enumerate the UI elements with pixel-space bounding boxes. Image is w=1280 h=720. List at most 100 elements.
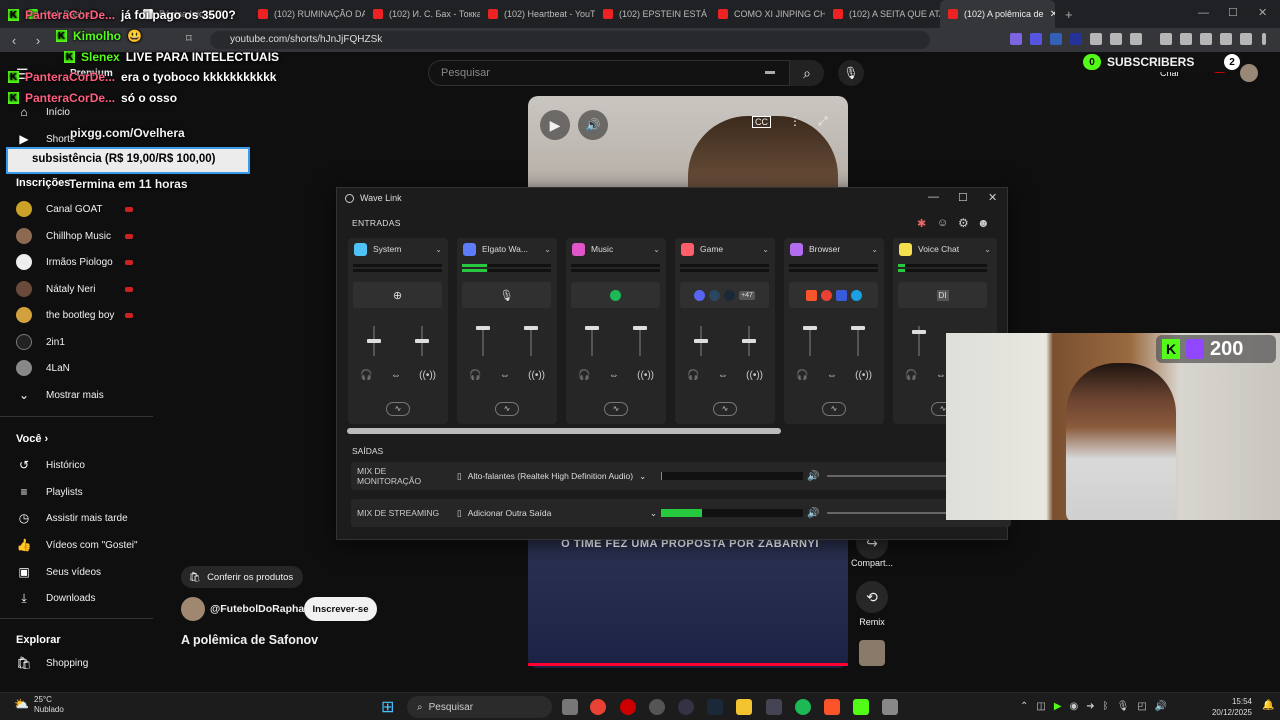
fader-knob[interactable] — [415, 339, 429, 343]
link-icon[interactable]: ⇔ — [391, 370, 401, 381]
remix-button[interactable]: ⟲ — [856, 581, 888, 613]
bluetooth-icon[interactable]: ᛒ — [1103, 701, 1109, 712]
link-icon[interactable]: ⇔ — [936, 370, 946, 381]
effects-button[interactable]: ∿ — [713, 402, 737, 416]
opera-icon[interactable] — [620, 699, 636, 715]
taskbar-search[interactable]: ⌕ Pesquisar — [407, 696, 552, 718]
app-icon[interactable] — [678, 699, 694, 715]
stream-fader[interactable] — [857, 326, 859, 356]
network-icon[interactable]: ◰ — [1137, 701, 1146, 712]
chrome-icon[interactable] — [590, 699, 606, 715]
horizontal-scrollbar[interactable] — [347, 428, 781, 434]
close-tab-icon[interactable]: ✕ — [1050, 9, 1055, 20]
extension-icon[interactable] — [1030, 33, 1042, 45]
tray-app-icon[interactable]: ▶ — [1054, 701, 1062, 712]
chevron-up-icon[interactable]: ⌃ — [1020, 701, 1028, 712]
windows-start-icon[interactable]: ⊞ — [381, 697, 394, 717]
effects-button[interactable]: ∿ — [604, 402, 628, 416]
headphones-icon[interactable]: 🎧 — [578, 370, 590, 381]
output-device-select[interactable]: ▯ Adicionar Outra Saída ⌄ — [457, 503, 657, 523]
broadcast-icon[interactable]: ((•)) — [855, 370, 872, 381]
link-icon[interactable]: ⇔ — [500, 370, 510, 381]
steam-icon[interactable] — [707, 699, 723, 715]
fader-knob[interactable] — [803, 326, 817, 330]
products-button[interactable]: 🛍 Conferir os produtos — [181, 566, 303, 588]
extension-icon[interactable] — [1220, 33, 1232, 45]
account-icon[interactable]: ☻ — [977, 216, 990, 230]
browser-tab[interactable]: (102) A SEITA QUE ATA — [825, 0, 940, 28]
effects-button[interactable]: ∿ — [822, 402, 846, 416]
sidebar-item-channel[interactable]: 2in1 — [16, 331, 156, 353]
channel-name[interactable]: @FutebolDoRapha — [210, 603, 304, 615]
new-tab-icon[interactable]: + — [1065, 7, 1073, 22]
fader-knob[interactable] — [633, 326, 647, 330]
sidebar-item-channel[interactable]: Nátaly Neri — [16, 278, 156, 300]
source-box[interactable] — [789, 282, 878, 308]
menu-icon[interactable] — [1262, 33, 1266, 45]
fader-knob[interactable] — [694, 339, 708, 343]
chevron-down-icon[interactable]: ⌄ — [435, 245, 442, 254]
headphones-icon[interactable]: 🎧 — [360, 370, 372, 381]
sidebar-item-channel[interactable]: Canal GOAT — [16, 198, 156, 220]
add-source-button[interactable]: ⊕ — [353, 282, 442, 308]
monitor-fader[interactable] — [591, 326, 593, 356]
maximize-icon[interactable]: ☐ — [958, 191, 968, 204]
chevron-down-icon[interactable]: ⌄ — [544, 245, 551, 254]
monitor-fader[interactable] — [482, 326, 484, 356]
browser-tab[interactable]: (102) И. С. Бах - Токка — [365, 0, 480, 28]
extension-icon[interactable] — [1200, 33, 1212, 45]
chevron-down-icon[interactable]: ⌄ — [871, 245, 878, 254]
app-icon[interactable] — [649, 699, 665, 715]
close-icon[interactable]: ✕ — [988, 191, 997, 204]
extension-icon[interactable] — [1130, 33, 1142, 45]
mic-tray-icon[interactable]: 🎙 — [1117, 701, 1130, 712]
minimize-icon[interactable]: — — [928, 191, 939, 203]
tray-app-icon[interactable]: ◉ — [1070, 701, 1079, 712]
stream-fader[interactable] — [530, 326, 532, 356]
source-box[interactable]: +47 — [680, 282, 769, 308]
output-device-select[interactable]: ▯ Alto-falantes (Realtek High Definition … — [457, 466, 657, 486]
browser-tab[interactable]: (102) Heartbeat - YouT — [480, 0, 595, 28]
window-minimize-icon[interactable]: — — [1198, 7, 1209, 19]
sound-thumbnail[interactable] — [859, 640, 885, 666]
extension-icon[interactable] — [1180, 33, 1192, 45]
source-box[interactable]: DI — [898, 282, 987, 308]
link-icon[interactable]: ⇔ — [609, 370, 619, 381]
source-box[interactable]: 🎙 — [462, 282, 551, 308]
tray-app-icon[interactable]: ◫ — [1036, 701, 1045, 712]
sidebar-item-channel[interactable]: Chillhop Music — [16, 225, 156, 247]
fader-knob[interactable] — [524, 326, 538, 330]
output-volume-slider[interactable] — [827, 475, 957, 477]
link-icon[interactable]: ⇔ — [718, 370, 728, 381]
extension-icon[interactable] — [1090, 33, 1102, 45]
broadcast-icon[interactable]: ((•)) — [419, 370, 436, 381]
chevron-down-icon[interactable]: ⌄ — [984, 245, 991, 254]
voice-search-button[interactable]: 🎙 — [838, 60, 864, 86]
more-options-icon[interactable]: ⋮ — [789, 114, 801, 128]
headphones-icon[interactable]: 🎧 — [796, 370, 808, 381]
fader-knob[interactable] — [585, 326, 599, 330]
browser-tab[interactable]: (102) EPSTEIN ESTÁ VI — [595, 0, 710, 28]
speaker-icon[interactable]: 🔊 — [807, 471, 819, 482]
brave-icon[interactable] — [824, 699, 840, 715]
spotify-icon[interactable] — [795, 699, 811, 715]
sidebar-item-downloads[interactable]: ⤓ Downloads — [16, 587, 156, 609]
settings-icon[interactable]: ⚙ — [958, 216, 969, 230]
fader-knob[interactable] — [851, 326, 865, 330]
avatar[interactable] — [181, 597, 205, 621]
browser-tab[interactable]: COMO XI JINPING CH — [710, 0, 825, 28]
link-icon[interactable]: ⇔ — [827, 370, 837, 381]
fullscreen-icon[interactable]: ⤢ — [818, 114, 828, 129]
effects-button[interactable]: ∿ — [495, 402, 519, 416]
voce-heading[interactable]: Você › — [16, 433, 48, 445]
sidebar-item-shopping[interactable]: 🛍 Shopping — [16, 652, 156, 674]
effects-button[interactable]: ∿ — [386, 402, 410, 416]
headphones-icon[interactable]: 🎧 — [905, 370, 917, 381]
notifications-icon[interactable]: 🔔 — [1262, 700, 1274, 711]
mixer-icon[interactable]: ☺ — [937, 217, 948, 229]
headphones-muted-icon[interactable]: 🎧 — [469, 370, 481, 381]
wavelink-icon[interactable] — [882, 699, 898, 715]
fader-knob[interactable] — [476, 326, 490, 330]
extension-icon[interactable] — [1050, 33, 1062, 45]
extension-icon[interactable] — [1070, 33, 1082, 45]
